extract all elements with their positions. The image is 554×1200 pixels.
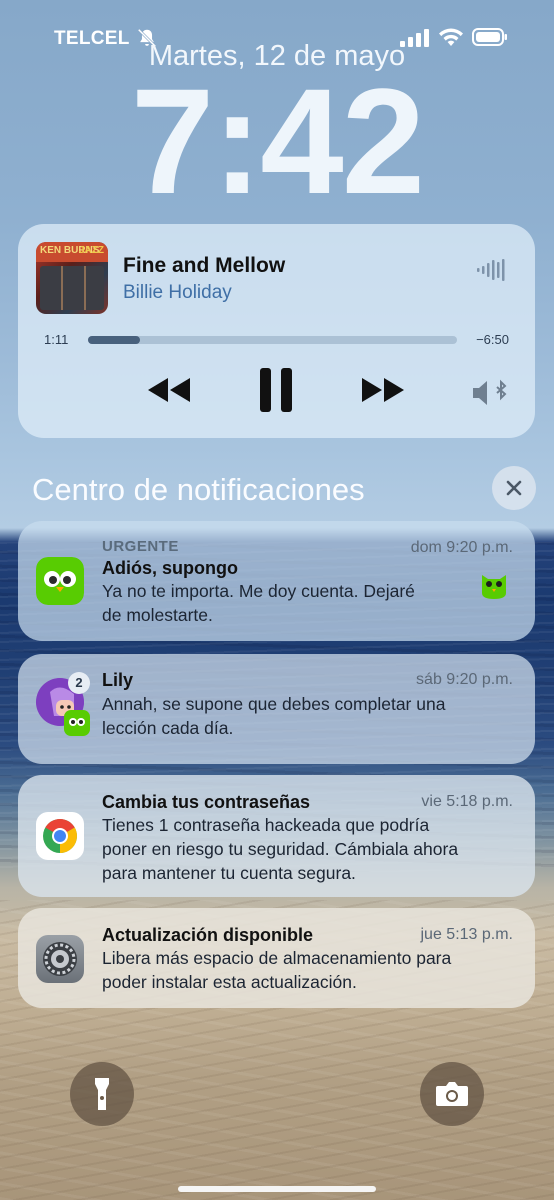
chrome-logo-icon bbox=[43, 819, 77, 853]
notification-body: Libera más espacio de almacenamiento par… bbox=[102, 946, 451, 994]
chrome-app-icon bbox=[36, 812, 84, 860]
track-artist: Billie Holiday bbox=[123, 282, 232, 303]
flashlight-icon bbox=[95, 1078, 109, 1110]
notification-title: Lily bbox=[102, 670, 134, 690]
notification-time: vie 5:18 p.m. bbox=[421, 793, 513, 810]
notification-body: Ya no te importa. Me doy cuenta. Dejaré … bbox=[102, 579, 415, 627]
notification-body-line: lección cada día. bbox=[102, 718, 234, 738]
duolingo-owl-thumbnail bbox=[482, 575, 506, 599]
elapsed-time: 1:11 bbox=[44, 332, 69, 347]
settings-app-icon bbox=[36, 935, 84, 983]
album-art-text-right: JAZZ bbox=[79, 245, 104, 256]
notification-body-line: Annah, se supone que debes completar una bbox=[102, 694, 446, 714]
notification-body-line: de molestarte. bbox=[102, 605, 213, 625]
track-title: Fine and Mellow bbox=[123, 254, 286, 277]
notification-body-line: poner en riesgo tu seguridad. Cámbiala a… bbox=[102, 839, 459, 859]
lockscreen-time: 7:42 bbox=[130, 57, 425, 225]
fast-forward-icon[interactable] bbox=[358, 368, 406, 412]
audio-wave-icon bbox=[477, 259, 505, 281]
notification-tag: URGENTE bbox=[102, 538, 179, 555]
home-indicator[interactable] bbox=[178, 1186, 376, 1192]
notification-title: Cambia tus contraseñas bbox=[102, 792, 311, 812]
duolingo-mini-icon bbox=[64, 710, 90, 736]
notification-body-line: Libera más espacio de almacenamiento par… bbox=[102, 948, 452, 968]
notification-title: Actualización disponible bbox=[102, 925, 314, 945]
album-art-photos bbox=[40, 266, 104, 310]
playback-scrubber[interactable] bbox=[88, 336, 457, 344]
notification-count-badge: 2 bbox=[68, 672, 90, 694]
rewind-icon[interactable] bbox=[146, 368, 194, 412]
notification-settings-update[interactable]: Actualización disponible jue 5:13 p.m. L… bbox=[18, 908, 535, 1008]
notification-time: jue 5:13 p.m. bbox=[420, 926, 514, 943]
pause-icon[interactable] bbox=[258, 368, 294, 412]
notification-body-line: para mantener tu cuenta segura. bbox=[102, 863, 356, 883]
notification-body: Tienes 1 contraseña hackeada que podría … bbox=[102, 813, 458, 885]
notification-body-line: poder instalar esta actualización. bbox=[102, 972, 357, 992]
notification-body: Annah, se supone que debes completar una… bbox=[102, 692, 445, 740]
notification-body-line: Tienes 1 contraseña hackeada que podría bbox=[102, 815, 430, 835]
bluetooth-speaker-icon[interactable] bbox=[471, 378, 511, 408]
remaining-time: −6:50 bbox=[476, 332, 509, 347]
playback-progress bbox=[88, 336, 140, 344]
notification-chrome-passwords[interactable]: Cambia tus contraseñas vie 5:18 p.m. Tie… bbox=[18, 775, 535, 897]
clear-notifications-button[interactable] bbox=[492, 466, 536, 510]
album-art[interactable]: KEN BURNS JAZZ bbox=[36, 242, 108, 314]
duolingo-app-icon bbox=[36, 557, 84, 605]
camera-icon bbox=[436, 1082, 468, 1106]
notification-center-title: Centro de notificaciones bbox=[32, 472, 365, 507]
gear-icon bbox=[43, 942, 77, 976]
notification-time: sáb 9:20 p.m. bbox=[416, 671, 513, 688]
notification-time: dom 9:20 p.m. bbox=[410, 539, 513, 556]
close-icon bbox=[506, 480, 522, 496]
notification-duolingo-lily[interactable]: 2 Lily sáb 9:20 p.m. Annah, se supone qu… bbox=[18, 654, 535, 764]
notification-title: Adiós, supongo bbox=[102, 558, 238, 578]
camera-button[interactable] bbox=[420, 1062, 484, 1126]
notification-duolingo-urgent[interactable]: URGENTE dom 9:20 p.m. Adiós, supongo Ya … bbox=[18, 521, 535, 641]
notification-body-line: Ya no te importa. Me doy cuenta. Dejaré bbox=[102, 581, 415, 601]
now-playing-widget[interactable]: KEN BURNS JAZZ Fine and Mellow Billie Ho… bbox=[18, 224, 535, 438]
flashlight-button[interactable] bbox=[70, 1062, 134, 1126]
